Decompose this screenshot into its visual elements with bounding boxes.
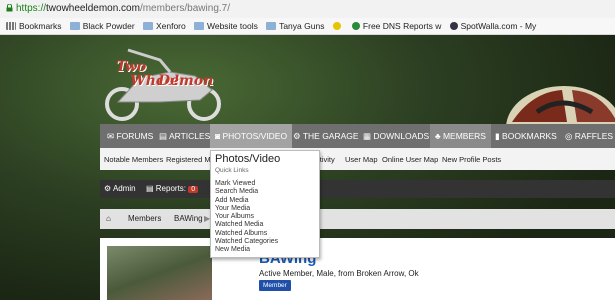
subnav-registered-members[interactable]: Registered Me: [166, 155, 215, 164]
admin-link[interactable]: ⚙ Admin: [104, 184, 136, 193]
bookmark-item-tanya-guns[interactable]: Tanya Guns: [266, 21, 324, 31]
report-icon: ▤: [146, 184, 156, 193]
subnav-online-user-map[interactable]: Online User Map: [382, 155, 438, 164]
site-logo[interactable]: Two Wheel Demon: [100, 42, 230, 122]
nav-item-photos-video[interactable]: ◙ PHOTOS/VIDEO: [210, 124, 293, 148]
dropdown-item-watched-albums[interactable]: Watched Albums: [215, 230, 278, 238]
bookmarks-bar: Bookmarks Black Powder Xenforo Website t…: [0, 18, 615, 35]
home-icon[interactable]: ⌂: [106, 214, 111, 223]
dropdown-item-search-media[interactable]: Search Media: [215, 188, 278, 196]
folder-icon: [193, 22, 204, 30]
dropdown-item-your-media[interactable]: Your Media: [215, 205, 278, 213]
dns-icon: [351, 22, 360, 30]
profile-photo[interactable]: [107, 246, 212, 300]
paw-icon: ♣: [435, 131, 443, 141]
main-nav: ✉ FORUMS ▤ ARTICLES ◙ PHOTOS/VIDEO ⚙ THE…: [100, 124, 615, 148]
dropdown-item-your-albums[interactable]: Your Albums: [215, 213, 278, 221]
apps-grid-icon: [6, 22, 16, 30]
dropdown-list: Mark Viewed Search Media Add Media Your …: [215, 180, 278, 255]
photos-video-dropdown: Photos/Video Quick Links Mark Viewed Sea…: [210, 150, 320, 258]
folder-icon: [142, 22, 153, 30]
folder-icon: [266, 22, 277, 30]
nav-item-articles[interactable]: ▤ ARTICLES: [154, 124, 215, 148]
camera-icon: ◙: [215, 131, 223, 141]
subnav-notable-members[interactable]: Notable Members: [104, 155, 163, 164]
bookmark-icon: ▮: [495, 131, 503, 141]
dropdown-subtitle: Quick Links: [215, 167, 249, 174]
url-text[interactable]: https://twowheeldemon.com/members/bawing…: [16, 3, 230, 14]
bookmark-item-radiation[interactable]: [332, 21, 344, 31]
nav-item-downloads[interactable]: ▦ DOWNLOADS: [358, 124, 434, 148]
film-icon: ▦: [363, 131, 374, 141]
dropdown-title[interactable]: Photos/Video: [215, 153, 280, 165]
subnav-new-profile-posts[interactable]: New Profile Posts: [442, 155, 501, 164]
radiation-icon: [332, 22, 341, 30]
spotwalla-icon: [449, 22, 458, 30]
bookmark-item-free-dns[interactable]: Free DNS Reports w: [351, 21, 441, 31]
bookmark-item-xenforo[interactable]: Xenforo: [142, 21, 186, 31]
helmet-image: [492, 82, 615, 127]
lock-icon: [6, 4, 13, 12]
nav-item-raffles[interactable]: ◎ RAFFLES: [560, 124, 615, 148]
logo-text-line1: Two: [116, 59, 147, 75]
breadcrumb-members[interactable]: Members: [128, 214, 161, 223]
dropdown-item-add-media[interactable]: Add Media: [215, 197, 278, 205]
nav-item-bookmarks[interactable]: ▮ BOOKMARKS: [490, 124, 562, 148]
folder-icon: [69, 22, 80, 30]
bookmark-item-website-tools[interactable]: Website tools: [193, 21, 258, 31]
reports-link[interactable]: ▤ Reports: 0: [146, 184, 199, 193]
profile-header: BAWing Active Member, Male, from Broken …: [100, 238, 615, 300]
bookmark-item-apps[interactable]: Bookmarks: [6, 21, 62, 31]
nav-item-members[interactable]: ♣ MEMBERS: [430, 124, 491, 148]
profile-info: Active Member, Male, from Broken Arrow, …: [259, 269, 419, 278]
newspaper-icon: ▤: [159, 131, 169, 141]
dropdown-item-mark-viewed[interactable]: Mark Viewed: [215, 180, 278, 188]
motorcycle-icon: ⚙: [293, 131, 303, 141]
gear-icon: ⚙: [104, 184, 113, 193]
member-badge: Member: [259, 280, 291, 291]
dropdown-item-watched-media[interactable]: Watched Media: [215, 221, 278, 229]
admin-bar: ⚙ Admin ▤ Reports: 0: [100, 180, 615, 198]
bookmark-item-spotwalla[interactable]: SpotWalla.com - My: [449, 21, 536, 31]
life-ring-icon: ◎: [565, 131, 575, 141]
breadcrumb: ⌂ Members BAWing ▶: [100, 209, 615, 229]
members-subnav: Notable Members Registered Me ctivity Us…: [100, 148, 615, 170]
address-bar[interactable]: https://twowheeldemon.com/members/bawing…: [0, 0, 615, 19]
dropdown-item-new-media[interactable]: New Media: [215, 246, 278, 254]
nav-item-forums[interactable]: ✉ FORUMS: [102, 124, 158, 148]
subnav-user-map[interactable]: User Map: [345, 155, 378, 164]
nav-item-the-garage[interactable]: ⚙ THE GARAGE: [288, 124, 364, 148]
reports-count-badge: 0: [188, 186, 199, 193]
logo-text-line3: Demon: [158, 73, 214, 89]
bookmark-item-black-powder[interactable]: Black Powder: [69, 21, 135, 31]
breadcrumb-bawing[interactable]: BAWing: [174, 214, 203, 223]
dropdown-item-watched-categories[interactable]: Watched Categories: [215, 238, 278, 246]
